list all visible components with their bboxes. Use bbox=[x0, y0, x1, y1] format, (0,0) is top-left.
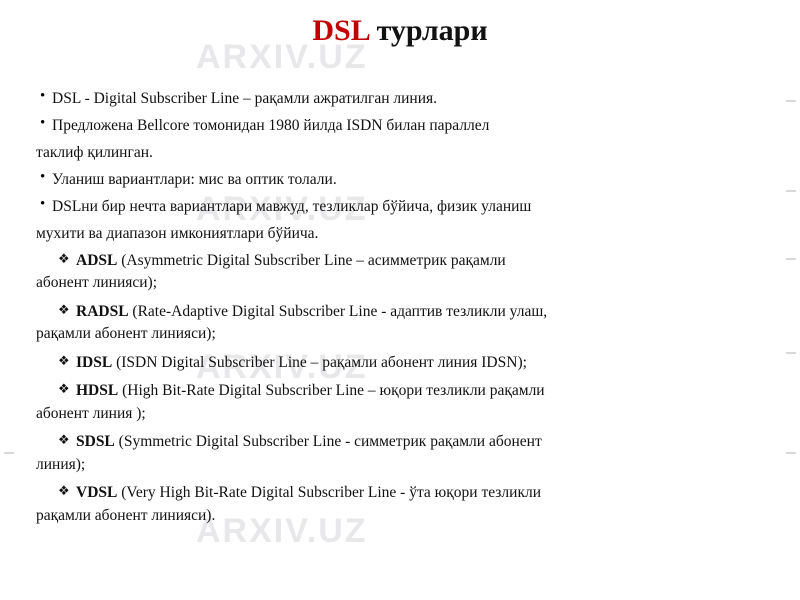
edge-tick bbox=[786, 190, 796, 192]
edge-tick bbox=[786, 452, 796, 454]
diamond-bullet-icon: ❖ bbox=[58, 381, 70, 397]
definition-list: ❖ ADSL (Asymmetric Digital Subscriber Li… bbox=[36, 250, 776, 527]
term-description-line2: линия); bbox=[36, 455, 86, 473]
term-label: ADSL bbox=[76, 252, 118, 269]
term-description: (High Bit-Rate Digital Subscriber Line –… bbox=[118, 382, 545, 400]
term-description-line2: абонент линияси); bbox=[36, 274, 158, 292]
list-item: • Предложена Bellcore томонидан 1980 йил… bbox=[36, 115, 776, 137]
edge-tick bbox=[786, 100, 796, 102]
list-item: ❖ VDSL (Very High Bit-Rate Digital Subsc… bbox=[36, 482, 776, 527]
list-item: • DSLни бир нечта вариантлари мавжуд, те… bbox=[36, 196, 776, 218]
list-item: ❖ IDSL (ISDN Digital Subscriber Line – р… bbox=[36, 352, 776, 374]
term-description: (Asymmetric Digital Subscriber Line – ас… bbox=[117, 252, 506, 269]
diamond-bullet-icon: ❖ bbox=[58, 301, 70, 317]
term-description: (Very High Bit-Rate Digital Subscriber L… bbox=[117, 484, 542, 502]
list-item-continuation: таклиф қилинган. bbox=[36, 144, 153, 161]
list-item: ❖ ADSL (Asymmetric Digital Subscriber Li… bbox=[36, 250, 776, 295]
term-description-line2: рақамли абонент линияси). bbox=[36, 506, 216, 524]
term-label: SDSL bbox=[76, 433, 115, 451]
term-label: HDSL bbox=[76, 382, 119, 400]
list-item: ❖ SDSL (Symmetric Digital Subscriber Lin… bbox=[36, 431, 776, 476]
diamond-bullet-icon: ❖ bbox=[58, 483, 70, 499]
term-label: VDSL bbox=[76, 484, 118, 502]
slide-root: ARXIV.UZ ARXIV.UZ ARXIV.UZ ARXIV.UZ DSL … bbox=[0, 0, 800, 600]
list-item-text: Предложена Bellcore томонидан 1980 йилда… bbox=[52, 117, 490, 134]
list-item: • DSL - Digital Subscriber Line – рақамл… bbox=[36, 88, 776, 110]
bullet-dot-icon: • bbox=[40, 196, 46, 212]
term-label: IDSL bbox=[76, 353, 113, 371]
diamond-bullet-icon: ❖ bbox=[58, 432, 70, 448]
list-item-text: Уланиш вариантлари: мис ва оптик толали. bbox=[52, 171, 337, 188]
term-description: (Symmetric Digital Subscriber Line - сим… bbox=[114, 433, 542, 451]
diamond-bullet-icon: ❖ bbox=[58, 352, 70, 368]
edge-tick bbox=[786, 258, 796, 260]
term-description: (Rate-Adaptive Digital Subscriber Line -… bbox=[128, 302, 548, 320]
page-title: DSL турлари bbox=[0, 14, 800, 48]
bullet-dot-icon: • bbox=[40, 169, 46, 185]
term-description-line2: абонент линия ); bbox=[36, 404, 146, 422]
diamond-bullet-icon: ❖ bbox=[58, 251, 70, 266]
title-rest: турлари bbox=[369, 14, 488, 47]
list-item-text: DSLни бир нечта вариантлари мавжуд, тезл… bbox=[52, 198, 532, 215]
list-item-continuation: мухити ва диапазон имкониятлари бўйича. bbox=[36, 225, 319, 242]
term-label: RADSL bbox=[76, 302, 129, 320]
term-description: (ISDN Digital Subscriber Line – рақамли … bbox=[112, 353, 527, 371]
list-item: ❖ HDSL (High Bit-Rate Digital Subscriber… bbox=[36, 380, 776, 425]
list-item: • Уланиш вариантлари: мис ва оптик толал… bbox=[36, 169, 776, 191]
list-item-text: DSL - Digital Subscriber Line – рақамли … bbox=[52, 90, 438, 107]
list-item: ❖ RADSL (Rate-Adaptive Digital Subscribe… bbox=[36, 301, 776, 346]
bullet-dot-icon: • bbox=[40, 88, 46, 104]
title-main: DSL bbox=[312, 14, 370, 47]
term-description-line2: рақамли абонент линияси); bbox=[36, 325, 216, 343]
edge-tick bbox=[786, 352, 796, 354]
edge-tick bbox=[4, 452, 14, 454]
bullet-dot-icon: • bbox=[40, 115, 46, 131]
slide-body: • DSL - Digital Subscriber Line – рақамл… bbox=[36, 88, 776, 533]
